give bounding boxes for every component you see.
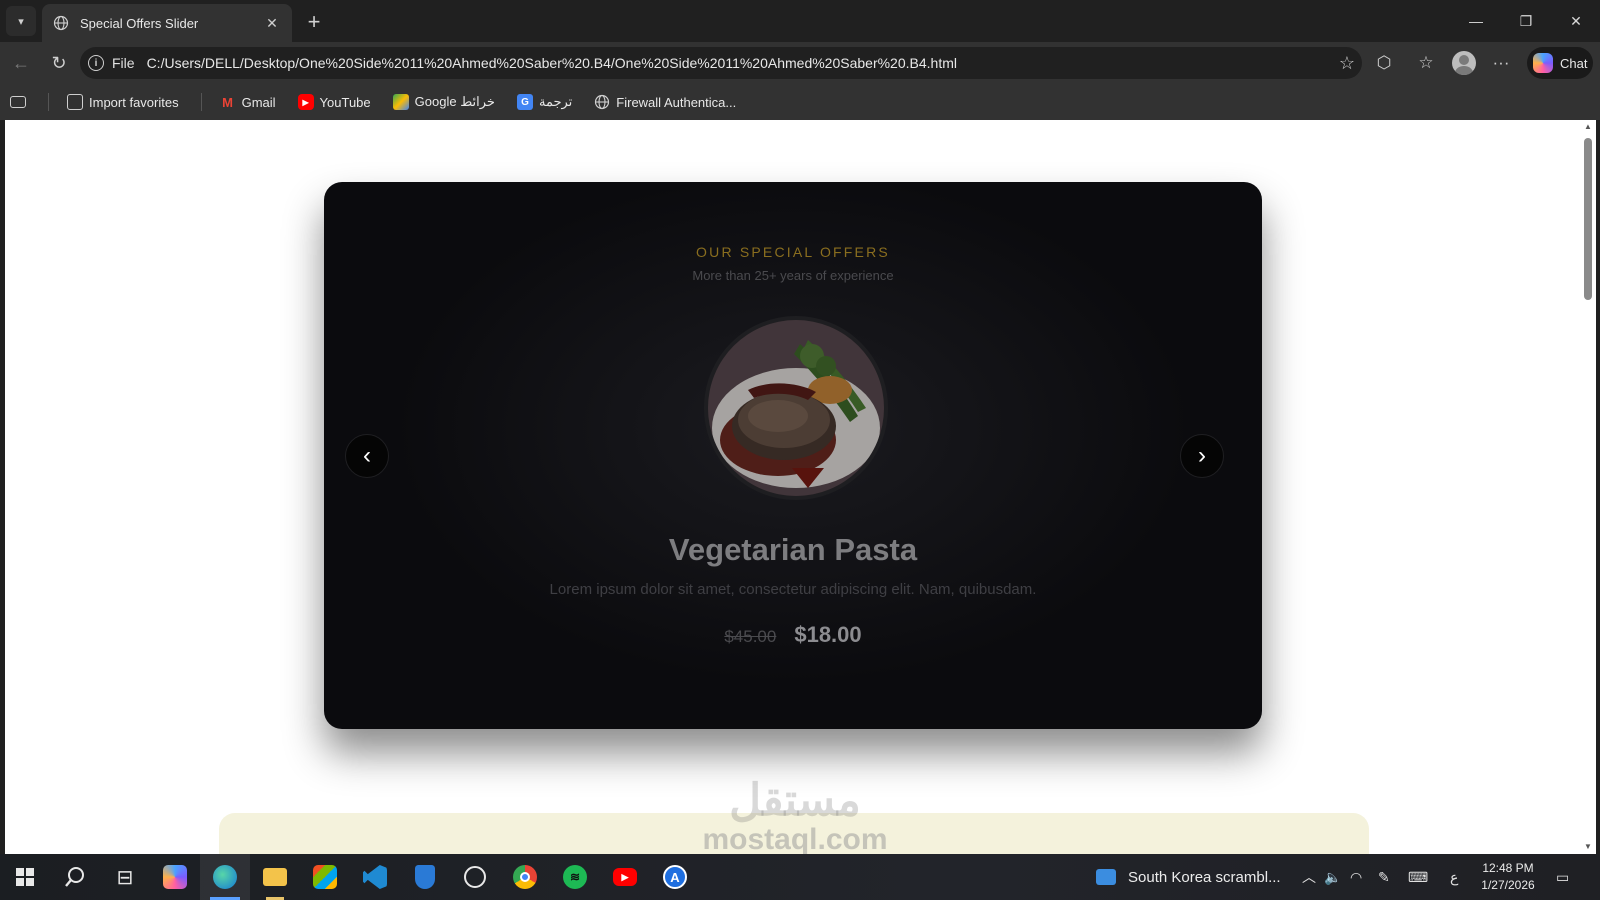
scroll-down-icon[interactable]: ▼ — [1583, 842, 1593, 852]
dish-image — [704, 316, 888, 500]
bookmark-import-favorites[interactable]: Import favorites — [67, 94, 179, 110]
file-explorer-icon[interactable] — [250, 854, 300, 900]
bookmark-translate[interactable]: G ترجمة — [516, 94, 573, 110]
bookmark-label: Google خرائط — [414, 94, 495, 109]
watermark-arabic: مستقل — [729, 776, 861, 825]
tab-title: Special Offers Slider — [80, 15, 199, 31]
windows-taskbar: ⊟ ≋ ▶ A South Korea scrambl... ︿ 🔈 ◠ ✎ ⌨… — [0, 854, 1600, 900]
clock-date: 1/27/2026 — [1481, 878, 1535, 892]
scroll-up-icon[interactable]: ▲ — [1583, 122, 1593, 132]
edge-app-icon[interactable] — [200, 854, 250, 900]
next-slide-button[interactable]: › — [1180, 434, 1224, 478]
favorite-star-icon[interactable]: ☆ — [1332, 53, 1362, 74]
maps-icon — [392, 94, 409, 110]
youtube-icon: ▶ — [297, 94, 314, 110]
search-icon[interactable] — [50, 854, 100, 900]
browser-title-bar: ▾ Special Offers Slider ✕ + — ❐ ✕ — [0, 0, 1600, 42]
clock-time: 12:48 PM — [1482, 861, 1534, 875]
chrome-app-icon[interactable] — [500, 854, 550, 900]
bookmark-label: YouTube — [319, 94, 371, 110]
bookmark-google-maps[interactable]: Google خرائط — [392, 94, 495, 110]
keyboard-icon[interactable]: ⌨ — [1408, 854, 1428, 900]
chevron-down-icon: ▾ — [18, 15, 24, 28]
bookmark-label: Gmail — [241, 94, 276, 110]
copilot-app-icon[interactable] — [150, 854, 200, 900]
copilot-icon — [1533, 53, 1553, 73]
spotify-app-icon[interactable]: ≋ — [550, 854, 600, 900]
navigation-bar: ← ↻ i File C:/Users/DELL/Desktop/One%20S… — [0, 42, 1600, 84]
old-price: $45.00 — [724, 627, 777, 646]
bookmarks-menu-icon[interactable] — [10, 96, 32, 108]
store-app-icon[interactable] — [300, 854, 350, 900]
bookmark-firewall[interactable]: Firewall Authentica... — [594, 94, 736, 110]
refresh-button[interactable]: ↻ — [44, 48, 74, 78]
task-view-icon[interactable]: ⊟ — [100, 854, 150, 900]
bookmarks-bar: Import favorites M Gmail ▶ YouTube Googl… — [0, 84, 1600, 120]
wifi-icon[interactable]: ◠ — [1350, 854, 1362, 900]
vertical-scrollbar[interactable]: ▲ ▼ — [1580, 120, 1596, 854]
divider — [48, 93, 49, 111]
bookmark-label: ترجمة — [538, 94, 573, 109]
chat-label: Chat — [1560, 55, 1588, 71]
page-viewport: OUR SPECIAL OFFERS More than 25+ years o… — [5, 120, 1580, 854]
windows-logo-icon — [16, 868, 34, 886]
volume-icon[interactable]: 🔈 — [1324, 854, 1341, 900]
dish-description: Lorem ipsum dolor sit amet, consectetur … — [549, 581, 1037, 598]
address-bar[interactable]: i File C:/Users/DELL/Desktop/One%20Side%… — [80, 47, 1362, 79]
new-price: $18.00 — [794, 622, 862, 647]
watermark-logo: مستقل mostaql.com — [695, 776, 895, 855]
pen-icon[interactable]: ✎ — [1378, 854, 1390, 900]
translate-icon: G — [516, 94, 533, 110]
special-offers-slider: OUR SPECIAL OFFERS More than 25+ years o… — [324, 182, 1262, 729]
bookmark-youtube[interactable]: ▶ YouTube — [297, 94, 371, 110]
address-url[interactable]: C:/Users/DELL/Desktop/One%20Side%2011%20… — [147, 55, 1332, 71]
back-button[interactable]: ← — [6, 48, 36, 78]
copilot-chat-button[interactable]: Chat — [1527, 47, 1593, 79]
app-store-icon[interactable]: A — [650, 854, 700, 900]
section-eyebrow: OUR SPECIAL OFFERS — [696, 244, 890, 260]
scroll-thumb[interactable] — [1584, 138, 1592, 300]
close-tab-icon[interactable]: ✕ — [262, 13, 282, 33]
globe-icon — [594, 94, 610, 110]
notifications-icon[interactable]: ▭ — [1556, 854, 1569, 900]
input-language-indicator[interactable]: ع — [1450, 854, 1458, 900]
globe-icon — [52, 14, 70, 32]
prev-slide-button[interactable]: ‹ — [345, 434, 389, 478]
youtube-app-icon[interactable]: ▶ — [600, 854, 650, 900]
show-hidden-icons-button[interactable]: ︿ — [1302, 854, 1316, 900]
news-icon — [1096, 869, 1116, 885]
dish-title: Vegetarian Pasta — [668, 532, 918, 567]
news-headline: South Korea scrambl... — [1128, 868, 1281, 886]
more-menu-icon[interactable]: ··· — [1486, 48, 1516, 78]
bookmark-label: Import favorites — [89, 94, 179, 110]
section-subtitle: More than 25+ years of experience — [692, 268, 894, 283]
tab-list-button[interactable]: ▾ — [6, 6, 36, 36]
minimize-button[interactable]: — — [1456, 6, 1496, 36]
favorites-icon[interactable]: ☆ — [1411, 48, 1441, 78]
close-window-button[interactable]: ✕ — [1556, 6, 1596, 36]
extensions-icon[interactable]: ⬡ — [1369, 48, 1399, 78]
gmail-icon: M — [222, 94, 234, 110]
bookmark-label: Firewall Authentica... — [616, 94, 737, 110]
watermark-latin: mostaql.com — [702, 823, 888, 855]
profile-avatar[interactable] — [1452, 51, 1476, 75]
restore-button[interactable]: ❐ — [1506, 6, 1546, 36]
start-button[interactable] — [0, 854, 50, 900]
price-row: $45.00 $18.00 — [324, 622, 1262, 648]
defender-app-icon[interactable] — [400, 854, 450, 900]
active-tab[interactable]: Special Offers Slider ✕ — [42, 4, 292, 42]
address-scheme: File — [112, 55, 135, 71]
divider — [200, 93, 202, 111]
import-icon — [67, 94, 83, 110]
bookmark-gmail[interactable]: M Gmail — [220, 94, 276, 110]
chatgpt-app-icon[interactable] — [450, 854, 500, 900]
vscode-app-icon[interactable] — [350, 854, 400, 900]
info-icon[interactable]: i — [88, 55, 104, 71]
new-tab-button[interactable]: + — [300, 8, 328, 36]
system-clock[interactable]: 12:48 PM 1/27/2026 — [1472, 860, 1544, 894]
news-widget[interactable]: South Korea scrambl... — [1096, 854, 1281, 900]
